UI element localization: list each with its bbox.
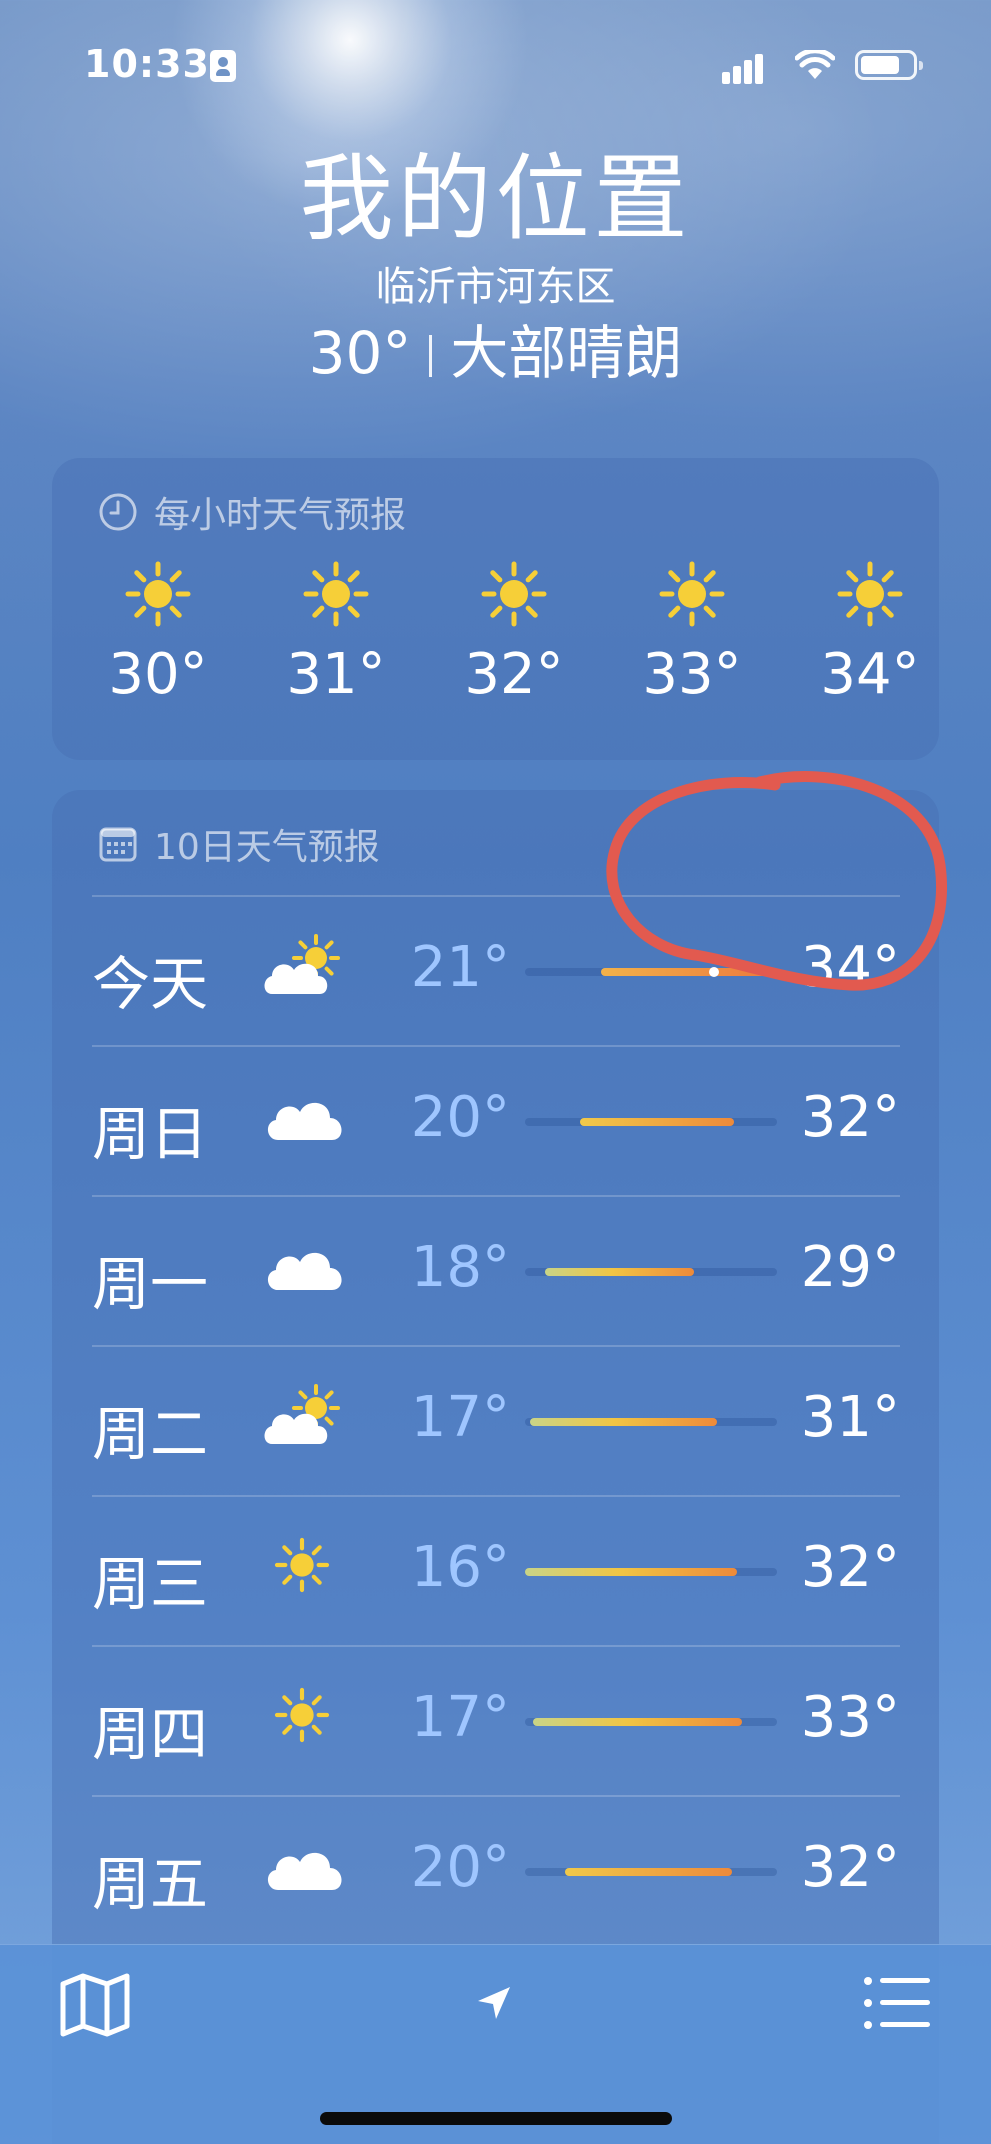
daily-row[interactable]: 周二 17° 31°: [52, 1345, 939, 1495]
sun-icon: [834, 558, 906, 630]
current-temperature-dot: [709, 967, 719, 977]
ten-day-forecast-title: 10日天气预报: [98, 818, 380, 870]
daily-high-temperature: 32°: [800, 1835, 900, 1900]
temperature-range-bar: [525, 1568, 737, 1576]
sun-icon: [656, 558, 728, 630]
status-bar: 10:33: [0, 0, 991, 120]
daily-day-label: 周一: [92, 1250, 209, 1318]
daily-high-temperature: 32°: [800, 1085, 900, 1150]
cloud-icon: [260, 1228, 350, 1308]
sun-icon: [478, 558, 550, 630]
ten-day-forecast-label: 10日天气预报: [154, 827, 380, 868]
hourly-temperature: 31°: [286, 642, 386, 707]
hourly-item: 34°: [800, 558, 940, 710]
daily-high-temperature: 33°: [800, 1685, 900, 1750]
temperature-range-track: [525, 967, 777, 977]
temperature-range-bar: [530, 1418, 717, 1426]
calendar-icon: [99, 827, 137, 862]
temperature-range-track: [525, 1418, 777, 1426]
sun-icon: [300, 558, 372, 630]
hourly-item: 30°: [88, 558, 228, 710]
daily-day-label: 周五: [92, 1850, 209, 1918]
sun-icon: [272, 1535, 362, 1615]
temperature-range-track: [525, 1868, 777, 1876]
daily-day-label: 周日: [92, 1100, 209, 1168]
sun-icon: [272, 1685, 362, 1765]
daily-high-temperature: 29°: [800, 1235, 900, 1300]
daily-low-temperature: 20°: [410, 1835, 510, 1900]
hourly-temperature: 32°: [464, 642, 564, 707]
daily-day-label: 周三: [92, 1550, 209, 1618]
list-icon[interactable]: [862, 1975, 932, 2031]
wifi-icon: [795, 50, 835, 79]
temperature-range-bar: [532, 1718, 742, 1726]
daily-day-label: 周二: [92, 1400, 209, 1468]
ten-day-forecast-card[interactable]: 10日天气预报 今天 21° 34° 周日 20° 32° 周一 18° 29° 周二 17° 31°…: [52, 790, 939, 2144]
daily-high-temperature: 31°: [800, 1385, 900, 1450]
temperature-range-bar: [580, 1118, 735, 1126]
location-arrow-icon[interactable]: [474, 1983, 514, 2023]
daily-high-temperature: 32°: [800, 1535, 900, 1600]
daily-row[interactable]: 周三 16° 32°: [52, 1495, 939, 1645]
hourly-forecast-card[interactable]: 每小时天气预报 30° 31° 32° 33° 34°: [52, 458, 939, 760]
hourly-forecast-title: 每小时天气预报: [98, 486, 406, 538]
temperature-range-track: [525, 1118, 777, 1126]
daily-low-temperature: 18°: [410, 1235, 510, 1300]
partly-cloudy-icon: [260, 1378, 350, 1458]
temperature-range-track: [525, 1568, 777, 1576]
cellular-signal-icon: [722, 52, 774, 84]
hourly-temperature: 33°: [642, 642, 742, 707]
battery-icon: [855, 50, 923, 80]
cloud-icon: [260, 1828, 350, 1908]
current-temperature: 30°: [308, 319, 412, 387]
home-indicator[interactable]: [320, 2112, 672, 2125]
hourly-temperature: 34°: [820, 642, 920, 707]
daily-low-temperature: 20°: [410, 1085, 510, 1150]
cloud-icon: [260, 1078, 350, 1158]
location-header: 我的位置 临沂市河东区 30° 大部晴朗: [0, 140, 991, 392]
hourly-item: 33°: [622, 558, 762, 710]
location-subtitle: 临沂市河东区: [375, 264, 616, 310]
clock-icon: [99, 493, 137, 531]
temperature-range-track: [525, 1268, 777, 1276]
status-time: 10:33: [84, 42, 210, 86]
hourly-item: 31°: [266, 558, 406, 710]
daily-day-label: 今天: [92, 950, 209, 1018]
current-condition: 大部晴朗: [450, 319, 683, 387]
sun-icon: [122, 558, 194, 630]
daily-low-temperature: 16°: [410, 1535, 510, 1600]
daily-row[interactable]: 周一 18° 29°: [52, 1195, 939, 1345]
contact-card-icon: [210, 50, 236, 82]
hourly-temperature: 30°: [108, 642, 208, 707]
temperature-range-bar: [565, 1868, 732, 1876]
separator: [429, 335, 433, 377]
daily-row[interactable]: 周五 20° 32°: [52, 1795, 939, 1945]
daily-low-temperature: 17°: [410, 1385, 510, 1450]
hourly-forecast-label: 每小时天气预报: [154, 495, 407, 536]
map-icon[interactable]: [58, 1972, 132, 2038]
location-title: 我的位置: [299, 145, 692, 254]
daily-low-temperature: 21°: [410, 935, 510, 1000]
hourly-item: 32°: [444, 558, 584, 710]
daily-day-label: 周四: [92, 1700, 209, 1768]
daily-row[interactable]: 周四 17° 33°: [52, 1645, 939, 1795]
current-conditions: 30° 大部晴朗: [0, 314, 991, 392]
partly-cloudy-icon: [260, 928, 350, 1008]
daily-high-temperature: 34°: [800, 935, 900, 1000]
temperature-range-bar: [600, 968, 772, 976]
daily-row[interactable]: 周日 20° 32°: [52, 1045, 939, 1195]
temperature-range-track: [525, 1718, 777, 1726]
daily-row[interactable]: 今天 21° 34°: [52, 895, 939, 1045]
temperature-range-bar: [545, 1268, 694, 1276]
daily-low-temperature: 17°: [410, 1685, 510, 1750]
